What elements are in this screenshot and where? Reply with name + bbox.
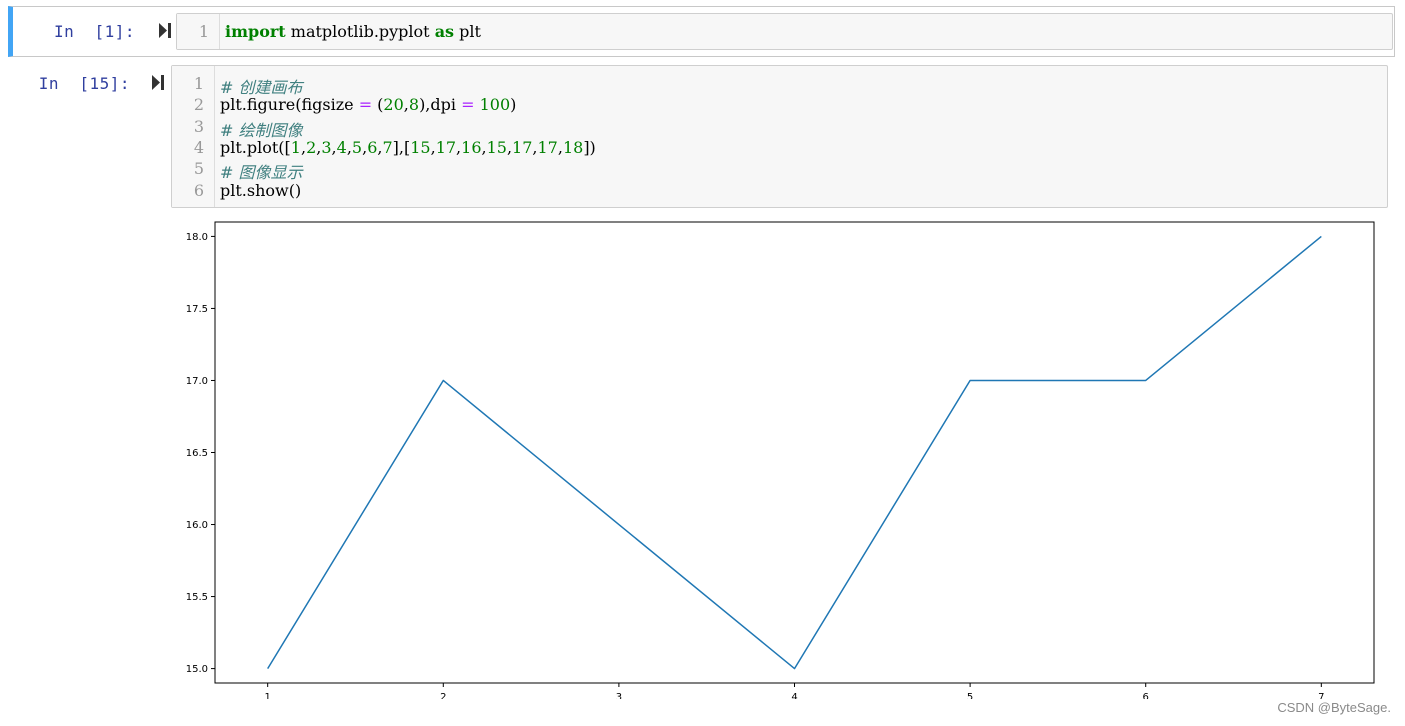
line-number: 3	[193, 116, 204, 136]
code-token: 100	[479, 95, 511, 115]
x-tick-label: 7	[1318, 692, 1324, 699]
code-token: 17	[435, 137, 457, 157]
code-token: 5	[351, 137, 363, 157]
code-token: plt.plot([	[220, 137, 291, 157]
code-token: 6	[367, 137, 378, 157]
y-tick-label: 15.5	[186, 592, 208, 603]
cell-output: 1 2 3 4 5 6 7 15.0 15.5 16.0 16.5 17.0 17.5 18.0	[171, 214, 1386, 703]
y-tick-label: 17.5	[186, 304, 208, 315]
code-token: # 绘制图像	[220, 120, 303, 140]
line-chart: 1 2 3 4 5 6 7 15.0 15.5 16.0 16.5 17.0 17.5 18.0	[186, 221, 1375, 703]
code-token: )	[510, 95, 517, 115]
y-tick-label: 15.0	[186, 664, 208, 675]
y-tick-label: 16.5	[186, 448, 208, 459]
code-token: 2	[306, 137, 317, 157]
code-token: matplotlib.pyplot	[285, 22, 435, 41]
code-token: (	[372, 95, 384, 115]
code-token: plt.figure(figsize	[220, 95, 359, 115]
code-token: =	[358, 95, 373, 115]
run-cell-icon[interactable]	[152, 75, 164, 90]
input-prompt: In [15]:	[38, 74, 130, 93]
code-token: # 图像显示	[220, 163, 303, 183]
code-token: ),dpi	[419, 95, 462, 115]
line-number-gutter: 1	[177, 14, 220, 49]
code-line: plt.plot([1,2,3,4,5,6,7],[15,17,16,15,17…	[220, 138, 596, 157]
code-line: plt.show()	[220, 181, 301, 200]
line-number: 4	[193, 137, 204, 157]
line-number: 6	[193, 180, 204, 200]
code-cell-1[interactable]: In [1]: 1 import matplotlib.pyplot as pl…	[8, 6, 1395, 57]
x-tick-label: 5	[967, 692, 973, 699]
line-number-gutter: 1 23456	[172, 66, 215, 207]
code-token: 1	[290, 137, 301, 157]
code-token: 15	[486, 137, 507, 157]
code-token: ],[	[392, 137, 411, 157]
y-tick-label: 17.0	[186, 376, 208, 387]
code-token: plt.show()	[220, 180, 302, 200]
line-number: 1	[193, 74, 204, 93]
code-token: 17	[512, 137, 533, 157]
y-tick-label: 16.0	[186, 520, 208, 531]
code-token: as	[434, 22, 455, 41]
plot-frame	[214, 221, 1375, 684]
line-number: 2	[193, 95, 204, 115]
code-line: plt.figure(figsize = (20,8),dpi = 100)	[220, 95, 516, 114]
code-token: plt	[454, 22, 481, 41]
line-number: 1	[198, 22, 209, 41]
input-prompt: In [1]:	[53, 22, 135, 41]
code-token: 17	[537, 137, 558, 157]
code-cell-2[interactable]: In [15]: 123456 # 创建画布 plt.figure(figsize…	[8, 60, 1395, 212]
line-number: 5	[193, 159, 204, 179]
code-token: ])	[583, 137, 596, 157]
code-token: # 创建画布	[220, 78, 303, 97]
notebook: In [1]: 1 import matplotlib.pyplot as pl…	[0, 0, 1405, 726]
code-token: import	[225, 22, 286, 41]
code-token: 8	[408, 95, 420, 115]
code-token: 4	[336, 137, 347, 157]
code-token: 15	[410, 137, 431, 157]
x-tick-label: 4	[791, 692, 797, 699]
x-tick-label: 1	[264, 692, 270, 699]
code-token: 18	[562, 137, 584, 157]
y-tick-label: 18.0	[186, 232, 208, 243]
x-tick-label: 6	[1143, 692, 1149, 699]
watermark: CSDN @ByteSage.	[1277, 700, 1391, 715]
code-editor[interactable]: 123456 # 创建画布 plt.figure(figsize = (20,8)…	[171, 65, 1388, 208]
run-cell-icon[interactable]	[159, 23, 171, 38]
x-tick-label: 2	[440, 692, 446, 699]
x-tick-label: 3	[616, 692, 622, 699]
code-line: import matplotlib.pyplot as plt	[225, 22, 481, 41]
code-token: 7	[382, 137, 393, 157]
code-token: 20	[383, 95, 404, 115]
code-token: =	[461, 95, 475, 115]
code-token: 16	[461, 137, 482, 157]
code-token: 3	[321, 137, 332, 157]
code-editor[interactable]: 1 import matplotlib.pyplot as plt	[176, 13, 1393, 50]
